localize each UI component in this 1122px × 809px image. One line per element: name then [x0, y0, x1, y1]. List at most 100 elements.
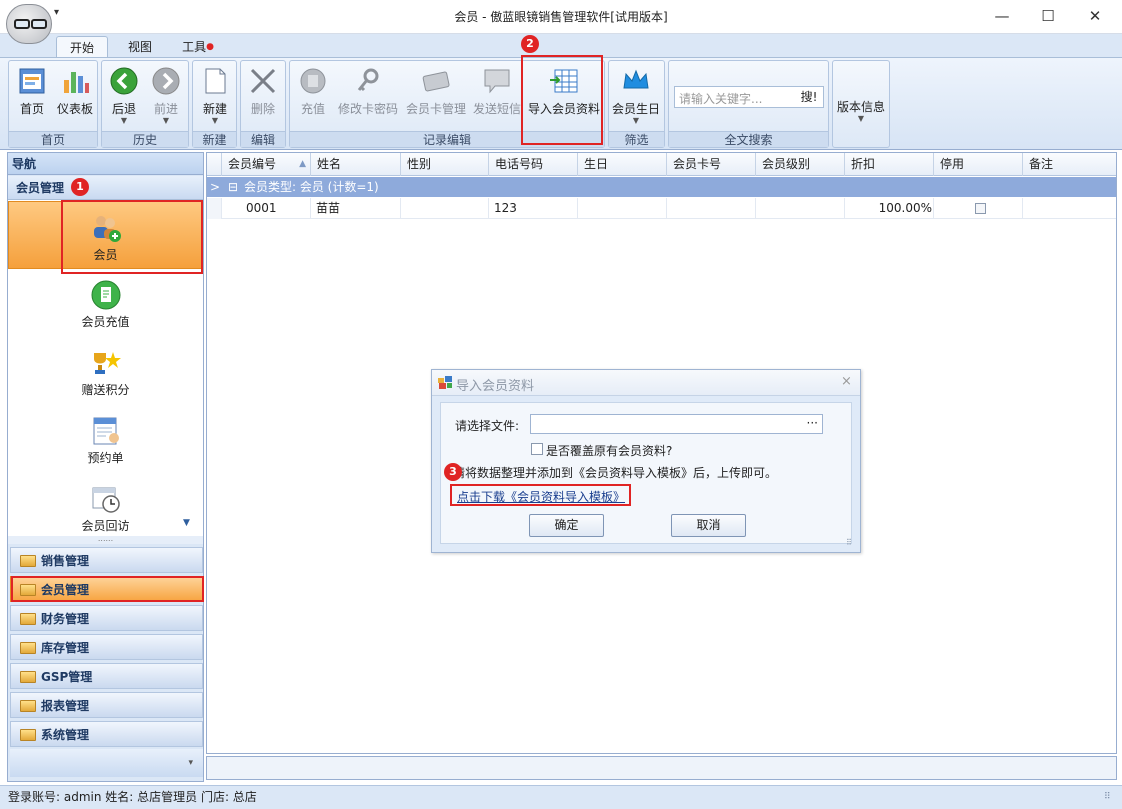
cell-member-id[interactable]: 0001 [222, 198, 311, 219]
search-button[interactable]: 搜! [795, 87, 823, 107]
nav-section-reports-label: 报表管理 [41, 699, 90, 713]
dialog-resize-grip-icon[interactable]: ⠿ [846, 538, 852, 547]
nav-section-reports[interactable]: 报表管理 [10, 692, 203, 718]
back-dropdown-icon[interactable]: ▼ [104, 117, 144, 125]
col-phone[interactable]: 电话号码 [489, 153, 578, 176]
ribbon-tab-row [0, 34, 1122, 58]
nav-item-appointment[interactable]: 预约单 [8, 405, 203, 473]
nav-item-member-visit[interactable]: 会员回访 [8, 473, 203, 535]
recharge-button[interactable]: 充值 [295, 64, 331, 134]
browse-file-button[interactable]: ··· [807, 416, 818, 430]
col-disabled[interactable]: 停用 [934, 153, 1023, 176]
col-birthday[interactable]: 生日 [578, 153, 667, 176]
disabled-checkbox[interactable] [975, 203, 986, 214]
forward-arrow-icon [151, 66, 181, 96]
tab-view[interactable]: 视图 [118, 36, 162, 58]
maximize-button[interactable]: ☐ [1025, 0, 1071, 32]
cell-note[interactable] [1023, 198, 1116, 219]
home-icon [17, 66, 47, 96]
new-dropdown-icon[interactable]: ▼ [195, 117, 235, 125]
group-collapse-icon[interactable]: ⊟ [228, 177, 238, 197]
nav-splitter[interactable]: ...... [8, 535, 203, 544]
card-management-label: 会员卡管理 [405, 102, 466, 116]
col-member-level[interactable]: 会员级别 [756, 153, 845, 176]
member-birthday-label: 会员生日 [611, 102, 660, 116]
import-member-data-button[interactable]: 导入会员资料 [526, 64, 602, 134]
download-template-link[interactable]: 点击下载《会员资料导入模板》 [457, 488, 625, 505]
delete-x-icon [248, 66, 278, 96]
nav-overflow-button[interactable]: ▾ [10, 749, 203, 777]
close-window-button[interactable]: ✕ [1072, 0, 1118, 32]
tab-tools-label: 工具 [182, 40, 207, 54]
group-row[interactable]: > ⊟ 会员类型: 会员 (计数=1) [207, 177, 1116, 197]
grid-row-indicator-header [207, 153, 222, 176]
nav-current-group-header[interactable]: 会员管理 [8, 176, 203, 200]
nav-item-member[interactable]: 会员 [8, 201, 203, 269]
home-button[interactable]: 首页 [12, 64, 52, 134]
cell-disabled[interactable] [934, 198, 1023, 219]
back-button[interactable]: 后退 ▼ [104, 64, 144, 134]
nav-section-finance[interactable]: 财务管理 [10, 605, 203, 631]
nav-section-sales[interactable]: 销售管理 [10, 547, 203, 573]
folder-icon [20, 642, 36, 654]
nav-item-member-visit-label: 会员回访 [81, 519, 130, 533]
nav-section-inventory[interactable]: 库存管理 [10, 634, 203, 660]
version-dropdown-icon[interactable]: ▼ [835, 115, 887, 123]
col-note[interactable]: 备注 [1023, 153, 1116, 176]
minimize-button[interactable]: — [979, 0, 1025, 32]
forward-dropdown-icon[interactable]: ▼ [146, 117, 186, 125]
app-logo-icon[interactable] [6, 4, 52, 44]
cancel-button[interactable]: 取消 [671, 514, 746, 537]
change-card-password-button[interactable]: 修改卡密码 [335, 64, 401, 134]
member-birthday-button[interactable]: 会员生日 ▼ [610, 64, 662, 134]
dialog-title: 导入会员资料 [456, 379, 535, 394]
cell-name[interactable]: 苗苗 [311, 198, 401, 219]
col-name[interactable]: 姓名 [311, 153, 401, 176]
nav-item-gift-points[interactable]: 赠送积分 [8, 337, 203, 405]
trophy-star-icon [90, 347, 122, 379]
birthday-dropdown-icon[interactable]: ▼ [610, 117, 662, 125]
home-button-label: 首页 [19, 102, 44, 116]
step-badge-1: 1 [71, 178, 89, 196]
horizontal-scrollbar[interactable] [206, 756, 1117, 780]
message-icon [482, 66, 512, 96]
cell-phone[interactable]: 123 [489, 198, 578, 219]
delete-button[interactable]: 删除 [243, 64, 283, 134]
row-indicator-cell[interactable] [207, 198, 222, 219]
cell-birthday[interactable] [578, 198, 667, 219]
appointment-form-icon [90, 415, 122, 447]
cell-member-level[interactable] [756, 198, 845, 219]
nav-scroll-down-icon[interactable]: ▼ [183, 518, 190, 528]
nav-section-member[interactable]: 会员管理 [10, 576, 203, 602]
send-sms-button[interactable]: 发送短信 [471, 64, 523, 134]
col-gender[interactable]: 性别 [401, 153, 489, 176]
crown-icon [621, 66, 651, 96]
col-discount[interactable]: 折扣 [845, 153, 934, 176]
col-member-id[interactable]: 会员编号 ▲ [222, 153, 311, 176]
col-card-number[interactable]: 会员卡号 [667, 153, 756, 176]
dashboard-button-label: 仪表板 [56, 102, 93, 116]
nav-section-gsp[interactable]: GSP管理 [10, 663, 203, 689]
nav-item-member-recharge[interactable]: 会员充值 [8, 269, 203, 337]
tab-home[interactable]: 开始 [56, 36, 108, 58]
new-button[interactable]: 新建 ▼ [195, 64, 235, 134]
tab-tools[interactable]: 工具● [176, 36, 220, 58]
dashboard-button[interactable]: 仪表板 [54, 64, 96, 134]
ok-button[interactable]: 确定 [529, 514, 604, 537]
cell-discount[interactable]: 100.00% [845, 198, 934, 219]
forward-button[interactable]: 前进 ▼ [146, 64, 186, 134]
dialog-close-button[interactable]: × [841, 374, 852, 389]
file-path-input[interactable]: ··· [530, 414, 823, 434]
nav-section-system-label: 系统管理 [41, 728, 90, 742]
status-bar: 登录账号: admin 姓名: 总店管理员 门店: 总店 [0, 785, 1122, 809]
overwrite-checkbox[interactable] [531, 443, 543, 455]
nav-item-member-recharge-label: 会员充值 [81, 315, 130, 329]
card-management-button[interactable]: 会员卡管理 [403, 64, 469, 134]
nav-section-system[interactable]: 系统管理 [10, 721, 203, 747]
version-info-button[interactable]: 版本信息 ▼ [835, 64, 887, 134]
resize-grip-icon[interactable]: ⠿ [1104, 792, 1111, 802]
step-badge-3: 3 [444, 463, 462, 481]
nav-item-gift-points-label: 赠送积分 [81, 383, 130, 397]
cell-gender[interactable] [401, 198, 489, 219]
cell-card-number[interactable] [667, 198, 756, 219]
